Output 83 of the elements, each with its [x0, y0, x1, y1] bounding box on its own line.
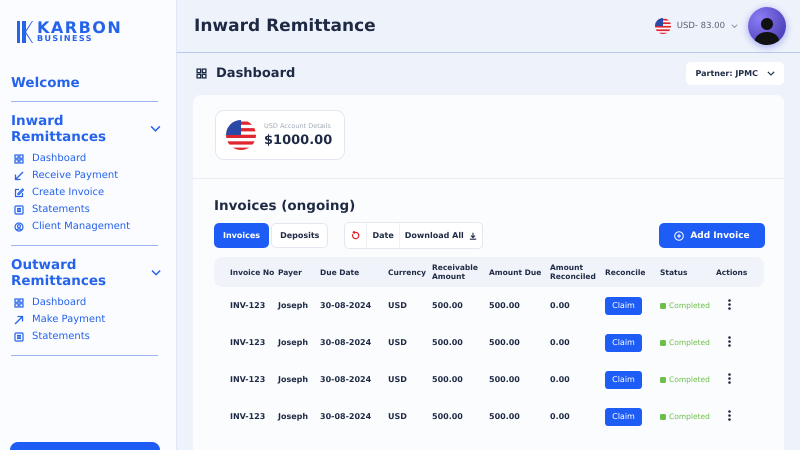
tab[interactable]: Invoices [214, 223, 270, 248]
list-icon [14, 204, 24, 214]
page-title: Inward Remittance [194, 16, 376, 36]
table-cell-text: Joseph [278, 338, 310, 347]
chevron-down-icon [150, 269, 161, 277]
section-title: Dashboard [216, 66, 296, 81]
avatar[interactable] [748, 7, 786, 45]
section-header[interactable]: Inward Remittances [11, 113, 161, 145]
table-cell-text: 30-08-2024 [320, 412, 372, 421]
table-cell-text: 500.00 [432, 375, 464, 384]
table-cell-text: 0.00 [550, 301, 571, 310]
sidebar-item[interactable]: Dashboard [14, 294, 86, 311]
table-cell-text: 500.00 [489, 412, 521, 421]
us-flag-icon [654, 18, 671, 34]
section-title: Outward Remittances [11, 257, 108, 289]
section-title: Inward Remittances [11, 113, 108, 145]
table-cell-text: INV-123 [230, 375, 266, 384]
grid-icon [14, 298, 24, 308]
table-cell-text: INV-123 [230, 338, 266, 347]
user-circle-icon [14, 222, 24, 232]
download-all-button[interactable]: Download All [398, 223, 482, 248]
brand-tagline: BUSINESS [37, 35, 94, 43]
more-vertical-icon[interactable] [728, 336, 731, 347]
sidebar-item[interactable]: Dashboard [14, 150, 86, 167]
grid-icon [196, 68, 207, 79]
account-balance: $1000.00 [264, 133, 332, 148]
table-cell-text: 0.00 [550, 412, 571, 421]
chevron-down-icon [767, 71, 775, 76]
sidebar-item[interactable]: Client Management [14, 218, 130, 235]
invoices-heading: Invoices (ongoing) [214, 198, 356, 214]
table-cell-text: INV-123 [230, 412, 266, 421]
table-cell-text: 500.00 [489, 338, 521, 347]
more-vertical-icon[interactable] [728, 373, 731, 384]
table-cell-text: USD [388, 301, 408, 310]
partner-dropdown[interactable]: Partner: JPMC [686, 62, 784, 85]
table-cell-text: INV-123 [230, 301, 266, 310]
table-cell-text: Joseph [278, 301, 310, 310]
download-icon [468, 232, 477, 240]
us-flag-icon [226, 120, 256, 150]
table-cell-text: 30-08-2024 [320, 301, 372, 310]
tab[interactable]: Deposits [271, 223, 328, 248]
date-filter[interactable]: Date [366, 223, 399, 248]
chevron-down-icon [150, 125, 161, 133]
sidebar-item[interactable]: Statements [14, 201, 90, 218]
sidebar-item[interactable]: Make Payment [14, 311, 106, 328]
table-cell-text: 30-08-2024 [320, 338, 372, 347]
currency-selector[interactable]: USD- 83.00 [654, 7, 786, 45]
arrow-down-left-icon [14, 170, 24, 180]
grid-icon [14, 154, 24, 164]
claim-button[interactable]: Claim [605, 296, 642, 314]
refresh-icon [351, 231, 360, 240]
arrow-up-right-icon [14, 314, 24, 324]
brand-name: KARBON [37, 20, 122, 35]
section-header[interactable]: Outward Remittances [11, 257, 161, 289]
table-cell-text: 500.00 [432, 338, 464, 347]
table-cell-text: USD [388, 338, 408, 347]
claim-button[interactable]: Claim [605, 334, 642, 352]
table-cell-text: 500.00 [432, 412, 464, 421]
more-vertical-icon[interactable] [728, 299, 731, 310]
list-icon [14, 332, 24, 342]
more-vertical-icon[interactable] [728, 410, 731, 421]
table-cell-text: 0.00 [550, 338, 571, 347]
table-cell-text: Joseph [278, 375, 310, 384]
claim-button[interactable]: Claim [605, 408, 642, 426]
logo-mark-icon [17, 20, 33, 42]
table-cell-text: 500.00 [432, 301, 464, 310]
sidebar-item[interactable]: Create Invoice [14, 184, 104, 201]
plus-circle-icon [674, 230, 684, 240]
person-silhouette-icon [754, 15, 780, 45]
edit-icon [14, 188, 24, 198]
table-cell-text: USD [388, 412, 408, 421]
chevron-down-icon [731, 24, 738, 28]
add-invoice-button[interactable]: Add Invoice [659, 223, 765, 248]
sidebar-item[interactable]: Receive Payment [14, 167, 118, 184]
table-cell-text: 0.00 [550, 375, 571, 384]
table-cell-text: 30-08-2024 [320, 375, 372, 384]
table-cell-text: Joseph [278, 412, 310, 421]
welcome-link[interactable]: Welcome [11, 75, 80, 91]
sidebar-item[interactable]: Statements [14, 328, 90, 345]
table-cell-text: 500.00 [489, 301, 521, 310]
claim-button[interactable]: Claim [605, 370, 642, 388]
table-cell-text: USD [388, 375, 408, 384]
table-cell-text: 500.00 [489, 375, 521, 384]
